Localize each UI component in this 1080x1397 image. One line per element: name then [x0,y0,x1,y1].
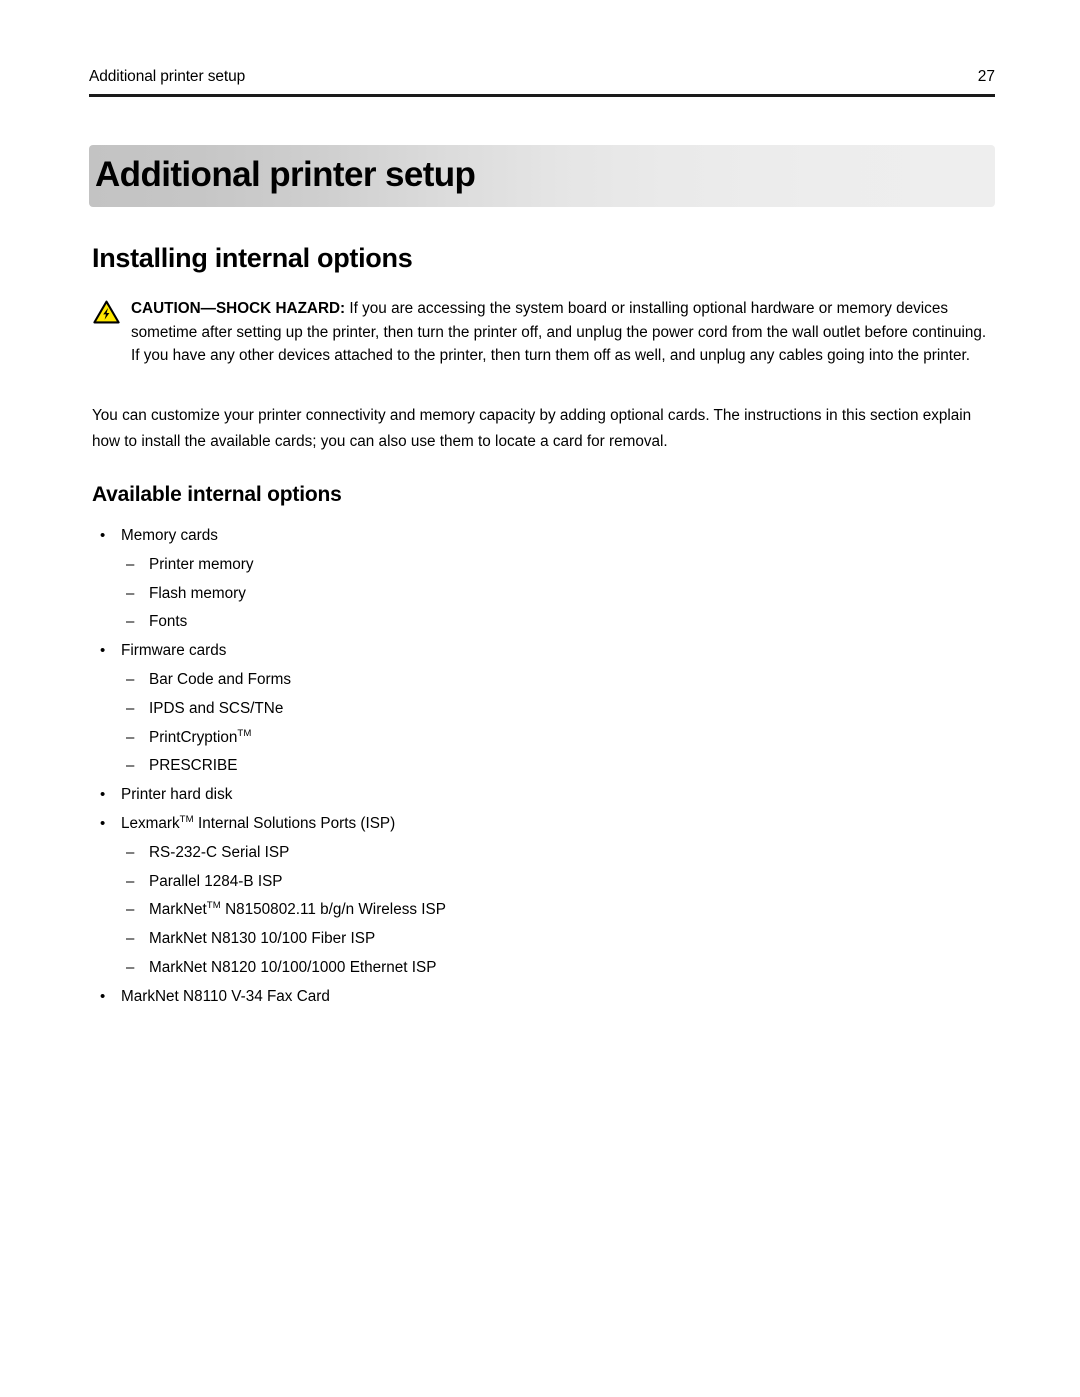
dash-icon: – [126,613,135,631]
list-item-label: PrintCryptionTM [149,727,252,746]
sub-list-item: – Bar Code and Forms [92,666,972,695]
section-heading-available-internal-options: Available internal options [92,483,342,506]
list-item: • Memory cards [92,522,972,551]
document-page: Additional printer setup 27 Additional p… [0,0,1080,1397]
sub-list-item: – PRESCRIBE [92,752,972,781]
dash-icon: – [126,699,135,717]
trademark-superscript: TM [179,813,194,825]
dash-icon: – [126,728,135,746]
list-item: • Firmware cards [92,637,972,666]
caution-text: CAUTION—SHOCK HAZARD: If you are accessi… [93,297,995,368]
bullet-icon: • [100,987,106,1005]
list-item-label: Printer memory [149,555,254,573]
trademark-superscript: TM [206,900,221,912]
running-header-title: Additional printer setup [89,68,246,85]
sub-list-item: – Fonts [92,608,972,637]
dash-icon: – [126,757,135,775]
dash-icon: – [126,584,135,602]
list-item-label: Printer hard disk [121,786,233,804]
intro-paragraph: You can customize your printer connectiv… [92,407,972,450]
list-item: • LexmarkTM Internal Solutions Ports (ISP… [92,810,972,839]
header-divider-rule [89,94,995,97]
dash-icon: – [126,958,135,976]
list-item-label: MarkNetTM N8150802.11 b/g/n Wireless ISP [149,900,446,919]
sub-list-item: – Flash memory [92,580,972,609]
list-item-label: Flash memory [149,584,246,602]
page-number: 27 [977,68,995,85]
sub-list-item: – IPDS and SCS/TNe [92,695,972,724]
shock-hazard-warning-icon [93,300,120,324]
list-item-label: Bar Code and Forms [149,670,291,688]
sub-list-item: – MarkNet N8130 10/100 Fiber ISP [92,925,972,954]
bullet-icon: • [100,786,106,804]
dash-icon: – [126,555,135,573]
sub-list-item: – MarkNet N8120 10/100/1000 Ethernet ISP [92,954,972,983]
chapter-title-banner: Additional printer setup [89,145,995,207]
list-item-label: Firmware cards [121,642,227,660]
bullet-icon: • [100,527,106,544]
running-header: Additional printer setup 27 [89,68,995,86]
dash-icon: – [126,843,135,861]
list-item-label: MarkNet N8130 10/100 Fiber ISP [149,930,376,948]
list-item-label: MarkNet N8110 V-34 Fax Card [121,987,330,1005]
sub-list-item: – RS-232-C Serial ISP [92,839,972,868]
list-item-label: LexmarkTM Internal Solutions Ports (ISP) [121,813,396,832]
dash-icon: – [126,872,135,890]
dash-icon: – [126,930,135,948]
sub-list-item: – MarkNetTM N8150802.11 b/g/n Wireless IS… [92,896,972,925]
sub-list-item: – Printer memory [92,551,972,580]
section-heading-installing-internal-options: Installing internal options [92,243,413,273]
list-item-label: MarkNet N8120 10/100/1000 Ethernet ISP [149,958,437,976]
dash-icon: – [126,670,135,688]
chapter-title: Additional printer setup [95,155,476,195]
list-item-label: RS-232-C Serial ISP [149,843,290,861]
available-internal-options-list: • Memory cards – Printer memory – Flash memor… [92,522,972,1012]
list-item: • Printer hard disk [92,781,972,810]
list-item-label: Parallel 1284-B ISP [149,872,283,890]
list-item-label: Fonts [149,613,188,631]
list-item: • MarkNet N8110 V-34 Fax Card [92,983,972,1012]
caution-label: CAUTION—SHOCK HAZARD: [131,300,346,317]
bullet-icon: • [100,642,106,660]
list-item-label: PRESCRIBE [149,757,238,775]
caution-notice: CAUTION—SHOCK HAZARD: If you are accessi… [93,297,995,368]
dash-icon: – [126,901,135,919]
list-item-label: Memory cards [121,527,218,544]
list-item-label: IPDS and SCS/TNe [149,699,284,717]
sub-list-item: – Parallel 1284-B ISP [92,868,972,897]
sub-list-item: – PrintCryptionTM [92,724,972,753]
bullet-icon: • [100,814,106,832]
trademark-superscript: TM [237,727,252,739]
